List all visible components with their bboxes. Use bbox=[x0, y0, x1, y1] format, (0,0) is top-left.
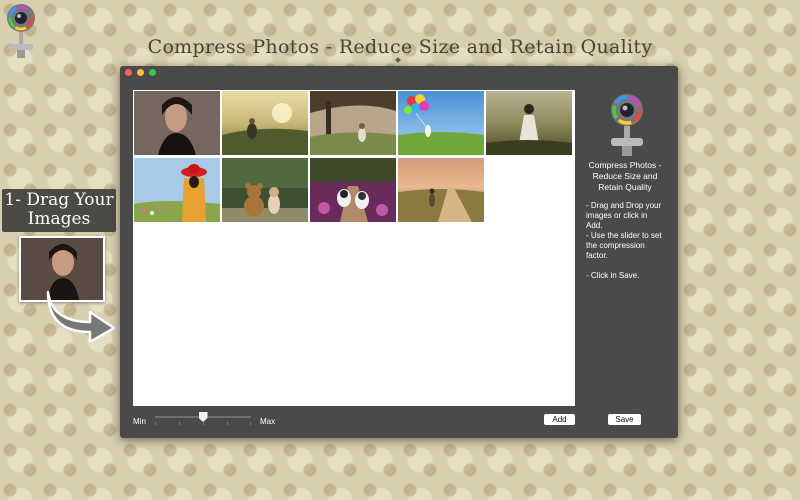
slider-tick bbox=[227, 422, 228, 425]
panel-heading-line1: Compress Photos - bbox=[588, 160, 662, 170]
man-sitting-sunset-image bbox=[222, 91, 308, 155]
instruction-line: Add. bbox=[586, 221, 603, 230]
title-ornament bbox=[395, 57, 401, 63]
slider-tick bbox=[155, 422, 156, 425]
child-with-teddy-bear-image bbox=[222, 158, 308, 222]
image-thumbnail[interactable] bbox=[222, 91, 308, 155]
instruction-line: - Use the slider to set bbox=[586, 231, 662, 240]
image-drop-area[interactable] bbox=[133, 90, 575, 406]
promo-title: Compress Photos - Reduce Size and Retain… bbox=[147, 36, 653, 58]
promo-step-label: 1- Drag Your Images bbox=[2, 189, 116, 232]
panel-heading: Compress Photos - Reduce Size and Retain… bbox=[584, 160, 666, 193]
add-button[interactable]: Add bbox=[544, 414, 575, 425]
image-thumbnail[interactable] bbox=[134, 91, 220, 155]
slider-max-label: Max bbox=[260, 417, 276, 426]
panel-heading-line2: Reduce Size and bbox=[592, 171, 658, 181]
minimize-window-button[interactable] bbox=[137, 69, 144, 76]
instruction-line: - Click in Save. bbox=[586, 271, 640, 280]
slider-min-label: Min bbox=[133, 417, 146, 426]
slider-tick bbox=[179, 422, 180, 425]
image-thumbnail[interactable] bbox=[134, 158, 220, 222]
drag-arrow-icon bbox=[46, 290, 116, 342]
app-window: Compress Photos - Reduce Size and Retain… bbox=[120, 66, 678, 438]
maximize-window-button[interactable] bbox=[149, 69, 156, 76]
compression-slider[interactable] bbox=[155, 412, 251, 428]
image-thumbnail[interactable] bbox=[398, 91, 484, 155]
woman-on-country-road-image bbox=[398, 158, 484, 222]
instruction-line: images or click in bbox=[586, 211, 648, 220]
save-button[interactable]: Save bbox=[608, 414, 641, 425]
panel-heading-line3: Retain Quality bbox=[598, 182, 652, 192]
image-thumbnail[interactable] bbox=[222, 158, 308, 222]
image-thumbnail[interactable] bbox=[486, 91, 572, 155]
slider-tick bbox=[250, 422, 251, 425]
woman-under-tree-image bbox=[310, 91, 396, 155]
dogs-on-path-image bbox=[310, 158, 396, 222]
promo-step-line1: 1- Drag Your bbox=[4, 190, 114, 210]
image-thumbnail[interactable] bbox=[398, 158, 484, 222]
image-thumbnail[interactable] bbox=[310, 158, 396, 222]
instruction-line: factor. bbox=[586, 251, 608, 260]
instruction-line: the compression bbox=[586, 241, 645, 250]
slider-tick bbox=[203, 422, 204, 425]
promo-step-line2: Images bbox=[27, 209, 91, 229]
instruction-line: - Drag and Drop your bbox=[586, 201, 662, 210]
woman-red-hat-image bbox=[134, 158, 220, 222]
close-window-button[interactable] bbox=[125, 69, 132, 76]
woman-portrait-image bbox=[134, 91, 220, 155]
girl-with-balloons-image bbox=[398, 91, 484, 155]
app-logo-icon bbox=[611, 94, 643, 156]
image-thumbnail[interactable] bbox=[310, 91, 396, 155]
slider-knob[interactable] bbox=[198, 412, 208, 422]
woman-in-field-image bbox=[486, 91, 572, 155]
